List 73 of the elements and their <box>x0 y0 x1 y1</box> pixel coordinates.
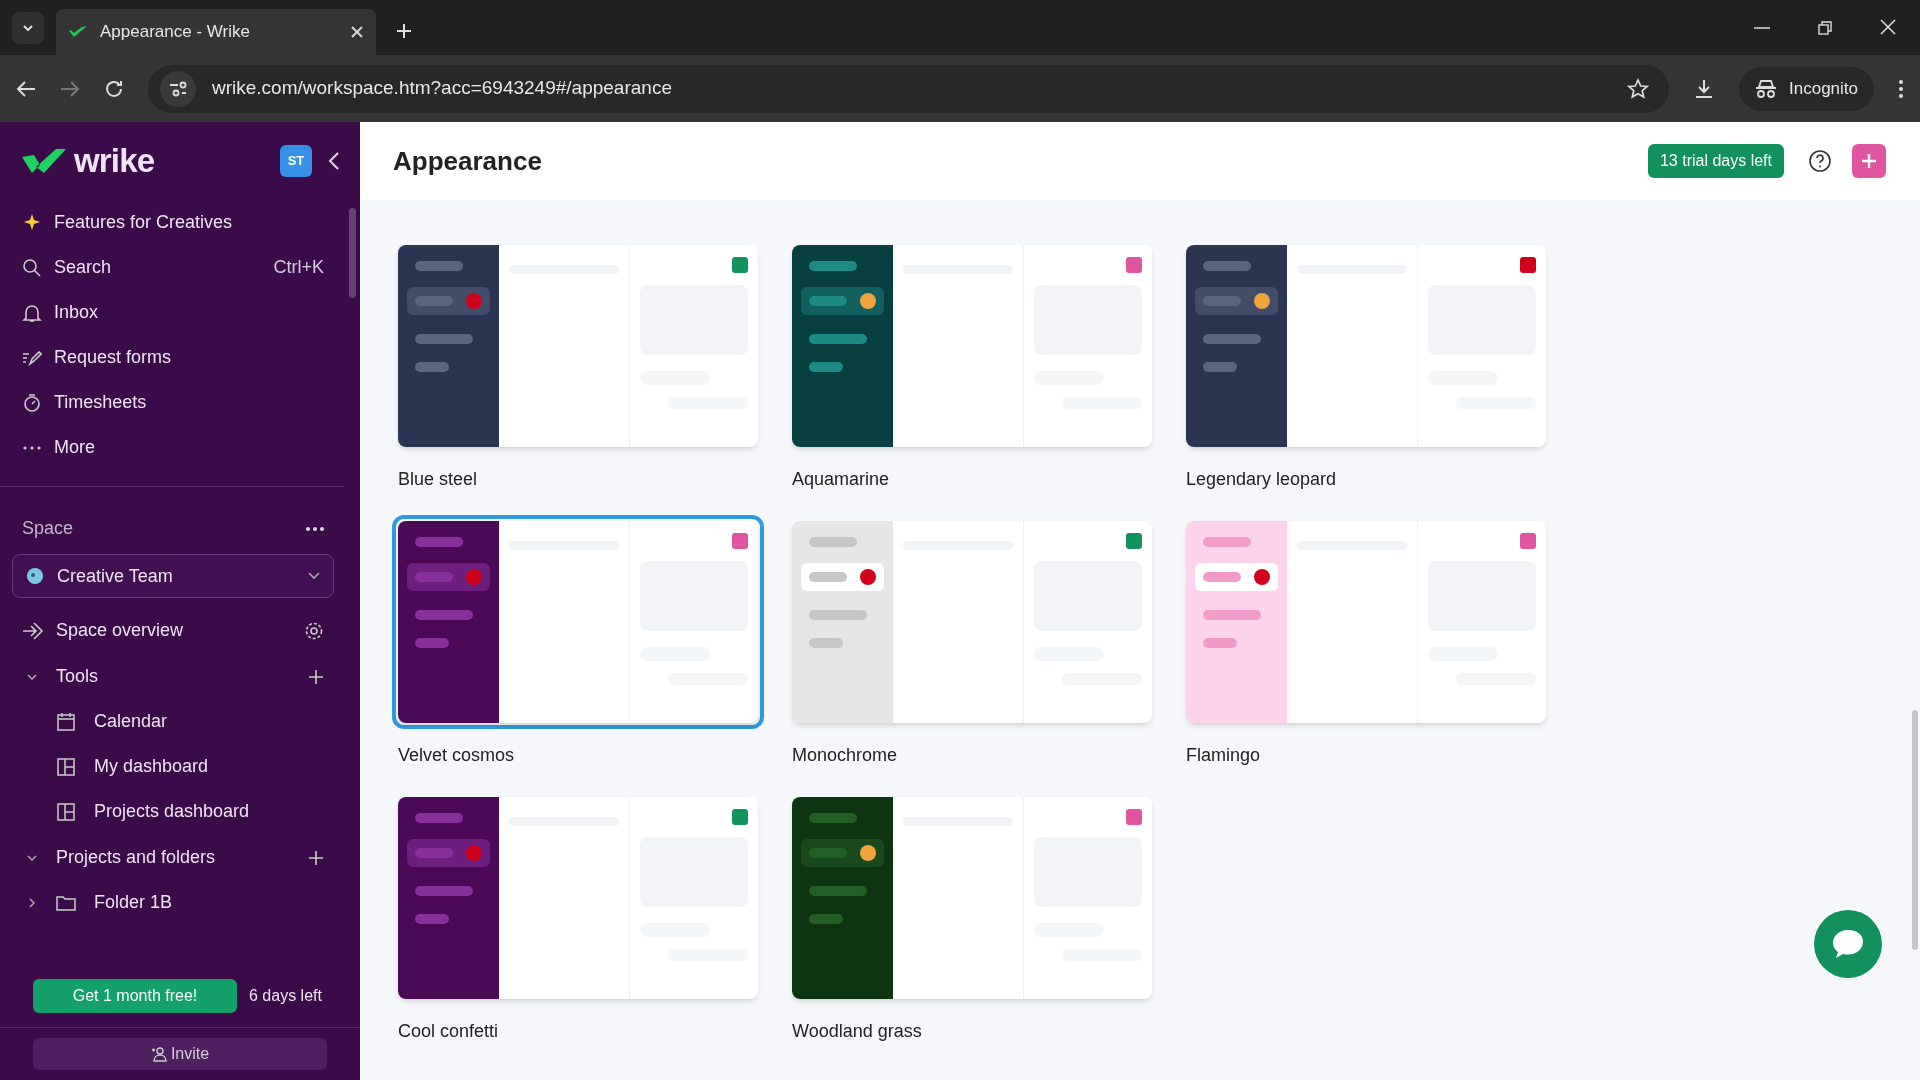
close-window-icon[interactable] <box>1880 19 1896 35</box>
browser-tab[interactable]: Appearance - Wrike <box>56 9 376 55</box>
settings-icon[interactable] <box>304 620 324 641</box>
theme-name: Cool confetti <box>398 1020 500 1043</box>
sidebar-item[interactable]: Space overview <box>0 608 360 653</box>
chevron-down-icon <box>23 25 33 31</box>
dashboard-icon <box>56 801 76 822</box>
theme-name: Velvet cosmos <box>398 744 516 767</box>
space-icon <box>25 566 45 586</box>
folder-icon <box>56 894 76 911</box>
collapse-icon[interactable] <box>328 151 340 171</box>
logo-text: wrike <box>74 141 155 182</box>
incognito-icon <box>1755 78 1777 99</box>
more-icon <box>23 445 41 450</box>
section-label: Space <box>22 517 75 540</box>
section-header[interactable]: Projects and folders <box>56 844 290 871</box>
add-icon[interactable] <box>308 668 324 685</box>
sidebar-item[interactable]: Search Ctrl+K <box>0 245 360 290</box>
calendar-icon <box>56 711 76 732</box>
bell-icon <box>22 302 42 323</box>
forward-icon[interactable] <box>60 79 80 98</box>
plus-icon <box>1861 153 1877 169</box>
add-button[interactable] <box>1852 144 1886 178</box>
theme-name: Aquamarine <box>792 468 891 491</box>
sidebar-item[interactable]: Calendar <box>94 708 168 735</box>
theme-name: Legendary leopard <box>1186 468 1338 491</box>
sidebar-item[interactable]: Timesheets <box>0 380 360 425</box>
sidebar-item[interactable]: Inbox <box>0 290 360 335</box>
restore-icon[interactable] <box>1818 21 1832 35</box>
reload-icon[interactable] <box>104 78 124 99</box>
theme-name: Woodland grass <box>792 1020 923 1043</box>
sidebar-item[interactable]: More <box>0 425 360 470</box>
download-icon[interactable] <box>1693 77 1715 100</box>
theme-card[interactable] <box>392 515 764 729</box>
trial-badge[interactable]: 13 trial days left <box>1647 144 1784 178</box>
sidebar-item[interactable]: My dashboard <box>94 753 209 780</box>
chevron-down-icon <box>307 571 321 581</box>
site-settings-icon[interactable] <box>160 70 196 107</box>
theme-name: Blue steel <box>398 468 479 491</box>
sidebar-item[interactable]: Request forms <box>0 335 360 380</box>
back-icon[interactable] <box>16 79 36 98</box>
days-left-text: 6 days left <box>249 986 322 1006</box>
help-icon[interactable] <box>1808 149 1832 173</box>
stopwatch-icon <box>22 392 42 413</box>
sidebar-item[interactable]: Features for Creatives <box>0 200 360 245</box>
tab-list-button[interactable] <box>12 12 44 44</box>
section-header[interactable]: Tools <box>56 663 290 690</box>
incognito-button[interactable]: Incognito <box>1739 66 1874 111</box>
theme-name: Monochrome <box>792 744 899 767</box>
search-icon <box>22 257 42 278</box>
checkmark-icon <box>68 24 88 40</box>
add-user-icon <box>150 1046 167 1062</box>
new-tab-icon[interactable] <box>396 23 412 39</box>
chevron-right-icon[interactable] <box>26 896 38 909</box>
shortcut-text: Ctrl+K <box>273 256 324 279</box>
theme-name: Flamingo <box>1186 744 1262 767</box>
sidebar-item[interactable]: Projects dashboard <box>94 798 250 825</box>
add-icon[interactable] <box>308 849 324 866</box>
chat-icon <box>1831 928 1865 960</box>
logo-icon <box>22 147 66 175</box>
address-bar[interactable]: wrike.com/workspace.htm?acc=6943249#/appearance <box>148 64 1669 113</box>
page-title: Appearance <box>393 144 543 178</box>
menu-icon[interactable] <box>1898 78 1904 99</box>
sidebar-item[interactable]: Folder 1B <box>94 889 173 916</box>
space-selector[interactable]: Creative Team <box>12 554 334 598</box>
dashboard-icon <box>56 756 76 777</box>
scrollbar[interactable] <box>349 208 356 298</box>
invite-button[interactable]: Invite <box>33 1038 327 1070</box>
close-icon[interactable] <box>350 25 364 39</box>
enter-icon <box>22 620 44 641</box>
scrollbar[interactable] <box>1912 710 1918 950</box>
more-icon[interactable] <box>306 526 324 531</box>
star-icon[interactable] <box>1627 77 1649 100</box>
